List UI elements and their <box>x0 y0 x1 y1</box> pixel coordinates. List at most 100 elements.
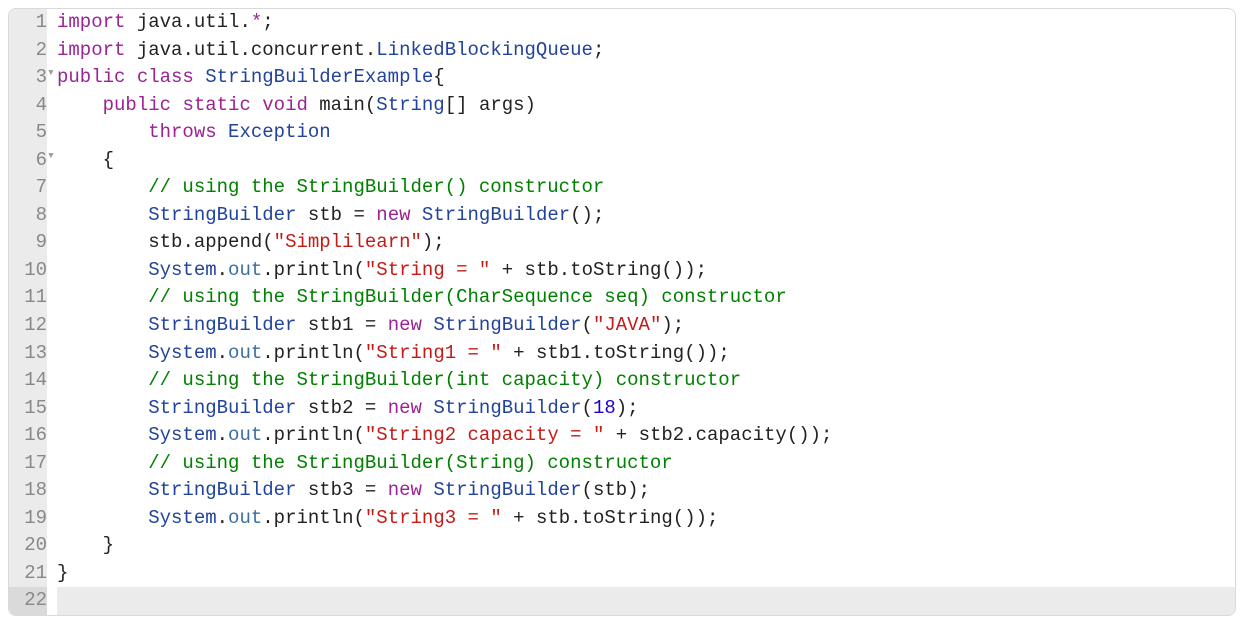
code-line[interactable]: 1 import java.util.*; <box>9 9 1235 37</box>
token-punc <box>422 479 433 501</box>
line-number[interactable]: 21 <box>9 560 47 588</box>
line-number[interactable]: 7 <box>9 174 47 202</box>
line-number[interactable]: 15 <box>9 395 47 423</box>
token-type: StringBuilder <box>422 204 570 226</box>
code-content[interactable]: System.out.println("String1 = " + stb1.t… <box>57 340 1235 368</box>
line-number[interactable]: 2 <box>9 37 47 65</box>
code-content[interactable]: throws Exception <box>57 119 1235 147</box>
token-punc <box>353 397 364 419</box>
fold-toggle-icon <box>47 284 57 312</box>
fold-toggle-icon <box>47 229 57 257</box>
code-content[interactable]: import java.util.concurrent.LinkedBlocki… <box>57 37 1235 65</box>
line-number[interactable]: 3 <box>9 64 47 92</box>
line-number[interactable]: 16 <box>9 422 47 450</box>
token-type: System <box>148 259 216 281</box>
code-line[interactable]: 17 // using the StringBuilder(String) co… <box>9 450 1235 478</box>
token-punc <box>57 369 148 391</box>
token-punc <box>57 231 148 253</box>
line-number[interactable]: 13 <box>9 340 47 368</box>
line-number[interactable]: 10 <box>9 257 47 285</box>
code-content[interactable]: public class StringBuilderExample{ <box>57 64 1235 92</box>
token-number: 18 <box>593 397 616 419</box>
token-ident: stb <box>593 479 627 501</box>
code-content[interactable]: stb.append("Simplilearn"); <box>57 229 1235 257</box>
code-content[interactable]: StringBuilder stb1 = new StringBuilder("… <box>57 312 1235 340</box>
code-content[interactable]: // using the StringBuilder(CharSequence … <box>57 284 1235 312</box>
code-line[interactable]: 7 // using the StringBuilder() construct… <box>9 174 1235 202</box>
token-type: LinkedBlockingQueue <box>376 39 593 61</box>
code-content[interactable]: public static void main(String[] args) <box>57 92 1235 120</box>
token-ident: main <box>319 94 365 116</box>
code-line[interactable]: 4 public static void main(String[] args) <box>9 92 1235 120</box>
code-content[interactable]: System.out.println("String3 = " + stb.to… <box>57 505 1235 533</box>
code-content[interactable]: { <box>57 147 1235 175</box>
code-content[interactable]: import java.util.*; <box>57 9 1235 37</box>
code-content[interactable]: StringBuilder stb3 = new StringBuilder(s… <box>57 477 1235 505</box>
code-content[interactable]: StringBuilder stb = new StringBuilder(); <box>57 202 1235 230</box>
fold-toggle-icon <box>47 202 57 230</box>
line-number[interactable]: 8 <box>9 202 47 230</box>
line-number[interactable]: 1 <box>9 9 47 37</box>
line-number[interactable]: 20 <box>9 532 47 560</box>
code-content[interactable]: System.out.println("String2 capacity = "… <box>57 422 1235 450</box>
code-content[interactable]: } <box>57 532 1235 560</box>
code-line[interactable]: 20 } <box>9 532 1235 560</box>
line-number[interactable]: 4 <box>9 92 47 120</box>
line-number[interactable]: 11 <box>9 284 47 312</box>
code-line[interactable]: 9 stb.append("Simplilearn"); <box>9 229 1235 257</box>
code-content[interactable]: System.out.println("String = " + stb.toS… <box>57 257 1235 285</box>
line-number[interactable]: 18 <box>9 477 47 505</box>
token-ident: println <box>274 507 354 529</box>
token-punc: . <box>182 39 193 61</box>
code-line[interactable]: 18 StringBuilder stb3 = new StringBuilde… <box>9 477 1235 505</box>
code-line[interactable]: 15 StringBuilder stb2 = new StringBuilde… <box>9 395 1235 423</box>
token-punc <box>525 342 536 364</box>
code-line[interactable]: 3▾public class StringBuilderExample{ <box>9 64 1235 92</box>
token-string: "JAVA" <box>593 314 661 336</box>
code-line[interactable]: 19 System.out.println("String3 = " + stb… <box>9 505 1235 533</box>
code-line[interactable]: 10 System.out.println("String = " + stb.… <box>9 257 1235 285</box>
code-content[interactable]: } <box>57 560 1235 588</box>
code-content[interactable]: // using the StringBuilder(int capacity)… <box>57 367 1235 395</box>
token-ident: stb <box>308 204 342 226</box>
fold-toggle-icon[interactable]: ▾ <box>47 64 57 92</box>
code-line[interactable]: 2 import java.util.concurrent.LinkedBlock… <box>9 37 1235 65</box>
code-line[interactable]: 13 System.out.println("String1 = " + stb… <box>9 340 1235 368</box>
code-line[interactable]: 8 StringBuilder stb = new StringBuilder(… <box>9 202 1235 230</box>
token-punc <box>296 314 307 336</box>
line-number[interactable]: 9 <box>9 229 47 257</box>
code-content[interactable]: // using the StringBuilder() constructor <box>57 174 1235 202</box>
code-content[interactable]: StringBuilder stb2 = new StringBuilder(1… <box>57 395 1235 423</box>
code-line[interactable]: 22 <box>9 587 1235 615</box>
token-op: = <box>365 314 376 336</box>
code-content[interactable]: // using the StringBuilder(String) const… <box>57 450 1235 478</box>
code-editor[interactable]: 1 import java.util.*; 2 import java.util.co… <box>8 8 1236 616</box>
token-type: StringBuilder <box>433 314 581 336</box>
code-content[interactable] <box>57 587 1235 615</box>
token-punc <box>376 479 387 501</box>
line-number[interactable]: 14 <box>9 367 47 395</box>
code-line[interactable]: 6▾ { <box>9 147 1235 175</box>
line-number[interactable]: 5 <box>9 119 47 147</box>
token-punc <box>490 259 501 281</box>
code-line[interactable]: 16 System.out.println("String2 capacity … <box>9 422 1235 450</box>
line-number[interactable]: 17 <box>9 450 47 478</box>
code-line[interactable]: 21} <box>9 560 1235 588</box>
line-number[interactable]: 6 <box>9 147 47 175</box>
line-number[interactable]: 19 <box>9 505 47 533</box>
code-line[interactable]: 5 throws Exception <box>9 119 1235 147</box>
token-punc: ( <box>365 94 376 116</box>
line-number[interactable]: 22 <box>9 587 47 615</box>
token-punc <box>57 397 148 419</box>
token-punc <box>125 39 136 61</box>
fold-toggle-icon[interactable]: ▾ <box>47 147 57 175</box>
code-line[interactable]: 12 StringBuilder stb1 = new StringBuilde… <box>9 312 1235 340</box>
token-punc: ); <box>616 397 639 419</box>
line-number[interactable]: 12 <box>9 312 47 340</box>
token-punc <box>57 507 148 529</box>
token-comment: // using the StringBuilder(String) const… <box>148 452 673 474</box>
code-line[interactable]: 11 // using the StringBuilder(CharSequen… <box>9 284 1235 312</box>
token-type: StringBuilder <box>148 204 296 226</box>
token-punc <box>57 479 148 501</box>
code-line[interactable]: 14 // using the StringBuilder(int capaci… <box>9 367 1235 395</box>
